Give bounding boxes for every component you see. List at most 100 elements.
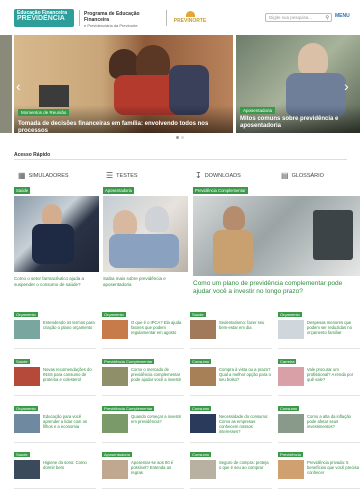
article-title[interactable]: O que é o IPCA? Ela ajuda fatores que po… (131, 320, 183, 335)
article-divider (278, 488, 360, 489)
slide-title[interactable]: Mitos comuns sobre previdência e aposent… (240, 116, 350, 130)
article-title[interactable]: Sedentarismo: fazer seu bem-estar em dia (219, 320, 271, 330)
article-tag: Saúde (190, 312, 206, 317)
article-title[interactable]: Despesas menores que podem ser reduzidas… (307, 320, 359, 335)
tab-simuladores[interactable]: ▦ SIMULADORES (18, 171, 69, 180)
slide-title[interactable]: Tomada de decisões financeiras em famíli… (18, 121, 230, 133)
article-thumbnail[interactable] (14, 414, 40, 433)
program-title: Programa de Educação Financeira e Previd… (84, 11, 164, 29)
carousel-dot[interactable] (181, 136, 184, 139)
article-title[interactable]: Quando começar a investir em previdência… (131, 414, 183, 424)
brand-logo[interactable]: PREVINORTE (170, 11, 210, 24)
article-thumbnail[interactable] (278, 414, 304, 433)
header-divider (79, 10, 80, 26)
article-thumbnail[interactable] (278, 460, 304, 479)
article-title[interactable]: Compra à vista ou a prazo? Qual a melhor… (219, 367, 271, 382)
article-card[interactable]: Aposentadoria Aposentar-se aos 60 é possí… (102, 452, 184, 492)
article-thumbnail[interactable] (102, 320, 128, 339)
article-title[interactable]: Seguro de compra: proteja o que é seu ao… (219, 460, 271, 470)
article-thumbnail[interactable] (14, 460, 40, 479)
article-tag: Saúde (14, 359, 30, 364)
article-card[interactable]: Saúde Novas recomendações do INSS para co… (14, 359, 96, 399)
article-title[interactable]: Necessidade do consumo: Como as empresas… (219, 414, 271, 434)
article-title[interactable]: Higiene do sono: Como dormir bem (43, 460, 95, 470)
featured-tag: Saúde (14, 187, 31, 194)
article-title[interactable]: Como a alta da inflação pode afetar seus… (307, 414, 359, 429)
article-card[interactable]: Carreira Vale procurar um profissional? A… (278, 359, 360, 399)
article-card[interactable]: Saúde Sedentarismo: fazer seu bem-estar e… (190, 312, 272, 352)
article-card[interactable]: Consumo Necessidade do consumo: Como as e… (190, 406, 272, 446)
featured-title[interactable]: Como um plano de previdência complementa… (193, 280, 343, 296)
article-card[interactable]: Previdência Complementar Como o mercado d… (102, 359, 184, 399)
article-thumbnail[interactable] (102, 367, 128, 386)
article-title[interactable]: Como o mercado de previdência complement… (131, 367, 183, 382)
article-card[interactable]: Orçamento O que é o IPCA? Ela ajuda fator… (102, 312, 184, 352)
article-card[interactable]: Orçamento Entendendo os termos para criaç… (14, 312, 96, 352)
article-thumbnail[interactable] (190, 367, 216, 386)
article-tag: Consumo (190, 452, 212, 457)
article-card[interactable]: Consumo Compra à vista ou a prazo? Qual a… (190, 359, 272, 399)
article-card[interactable]: Orçamento Despesas menores que podem ser … (278, 312, 360, 352)
site-header: Educação Financeira PREVIDÊNCIA Programa… (0, 0, 360, 34)
article-tag: Orçamento (14, 406, 38, 411)
article-tag: Previdência Complementar (102, 406, 155, 411)
article-title[interactable]: Previdência privada: 5 benefícios que vo… (307, 460, 359, 475)
article-title[interactable]: Novas recomendações do INSS para consumo… (43, 367, 95, 382)
article-divider (102, 442, 184, 443)
chevron-right-icon[interactable]: › (344, 79, 349, 93)
menu-button[interactable]: MENU (335, 13, 350, 19)
tablet-image (313, 210, 353, 260)
book-icon: ▤ (281, 171, 289, 180)
article-tag: Previdência Complementar (102, 359, 155, 364)
featured-image[interactable] (14, 196, 99, 272)
article-title[interactable]: Educação para você aprender a lidar com … (43, 414, 95, 429)
carousel-dot[interactable] (176, 136, 179, 139)
article-tag: Consumo (190, 406, 212, 411)
article-card[interactable]: Consumo Seguro de compra: proteja o que é… (190, 452, 272, 492)
article-thumbnail[interactable] (190, 320, 216, 339)
article-title[interactable]: Vale procurar um profissional? A renda p… (307, 367, 359, 382)
article-thumbnail[interactable] (14, 320, 40, 339)
site-logo[interactable]: Educação Financeira PREVIDÊNCIA (14, 9, 74, 27)
tab-testes[interactable]: ☰ TESTES (106, 171, 138, 180)
person-figure (213, 230, 253, 274)
article-divider (102, 395, 184, 396)
article-card[interactable]: Consumo Como a alta da inflação pode afet… (278, 406, 360, 446)
brand-name: PREVINORTE (173, 18, 207, 24)
tab-downloads[interactable]: ↧ DOWNLOADS (195, 171, 241, 180)
article-tag: Previdência (278, 452, 303, 457)
featured-title[interactable]: Como o setor farmacêutico ajuda a suspen… (14, 276, 100, 287)
carousel-slide[interactable]: Momentos de Reunião Tomada de decisões f… (14, 35, 233, 133)
article-card[interactable]: Previdência Complementar Quando começar a… (102, 406, 184, 446)
article-divider (190, 395, 272, 396)
header-divider (166, 10, 167, 26)
article-thumbnail[interactable] (102, 414, 128, 433)
search-input[interactable]: Digite sua pesquisa... ⚲ (265, 13, 332, 22)
chevron-left-icon[interactable]: ‹ (16, 79, 21, 93)
program-subtitle: e Previdenciária da Previnorte (84, 23, 138, 28)
article-card[interactable]: Previdência Previdência privada: 5 benefí… (278, 452, 360, 492)
article-divider (14, 395, 96, 396)
article-card[interactable]: Orçamento Educação para você aprender a l… (14, 406, 96, 446)
article-thumbnail[interactable] (278, 320, 304, 339)
carousel-slide[interactable]: Aposentadoria Mitos comuns sobre previdê… (236, 35, 360, 133)
article-title[interactable]: Entendendo os termos para criação o plan… (43, 320, 95, 330)
featured-image[interactable] (193, 196, 360, 276)
search-icon[interactable]: ⚲ (325, 15, 329, 21)
article-thumbnail[interactable] (102, 460, 128, 479)
article-thumbnail[interactable] (190, 414, 216, 433)
featured-image[interactable] (103, 196, 188, 272)
article-thumbnail[interactable] (278, 367, 304, 386)
article-thumbnail[interactable] (14, 367, 40, 386)
article-thumbnail[interactable] (190, 460, 216, 479)
search-placeholder: Digite sua pesquisa... (269, 15, 313, 20)
program-title-text: Programa de Educação Financeira (84, 11, 140, 23)
featured-title[interactable]: Saiba mais sobre previdência e aposentad… (103, 276, 189, 287)
article-card[interactable]: Saúde Higiene do sono: Como dormir bem (14, 452, 96, 492)
article-divider (190, 442, 272, 443)
article-title[interactable]: Aposentar-se aos 60 é possível? Entenda … (131, 460, 183, 475)
tab-glossario[interactable]: ▤ GLOSSÁRIO (281, 171, 324, 180)
article-divider (278, 348, 360, 349)
person-figure (32, 224, 74, 264)
article-tag: Aposentadoria (102, 452, 132, 457)
